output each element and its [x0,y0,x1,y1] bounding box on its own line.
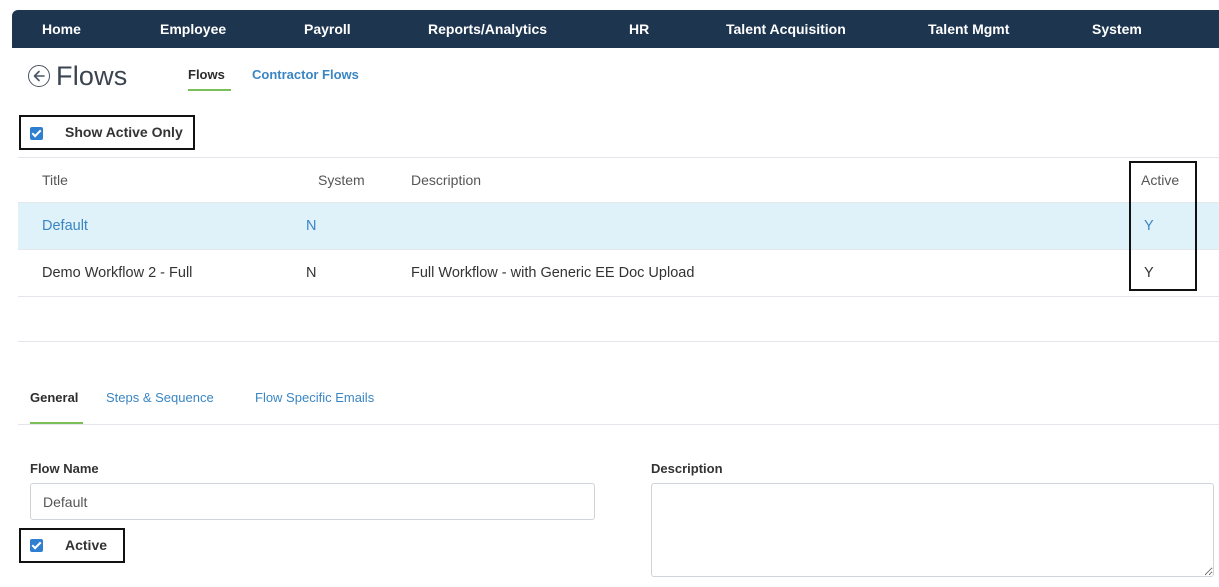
description-textarea[interactable] [651,483,1214,577]
row-title: Demo Workflow 2 - Full [42,265,193,281]
table-row[interactable]: Default N Y [18,203,1219,249]
highlight-box-active-column [1129,161,1197,291]
detail-tabs-border [18,424,1219,425]
show-active-only-label: Show Active Only [65,124,183,140]
tab-flow-specific-emails[interactable]: Flow Specific Emails [255,390,374,405]
show-active-only-checkbox[interactable] [30,127,43,140]
section-divider [18,341,1219,342]
nav-item-hr[interactable]: HR [629,10,649,48]
nav-item-payroll[interactable]: Payroll [304,10,351,48]
flow-name-input[interactable] [30,483,595,520]
row-border [18,296,1219,297]
column-header-description[interactable]: Description [411,172,481,188]
page-title: Flows [56,60,128,91]
row-title: Default [42,218,88,234]
table-top-border [18,157,1219,158]
description-label: Description [651,461,723,476]
page-header: Flows [28,58,128,94]
flow-name-label: Flow Name [30,461,99,476]
tab-steps-sequence[interactable]: Steps & Sequence [106,390,214,405]
top-nav: Home Employee Payroll Reports/Analytics … [12,10,1219,48]
tab-general[interactable]: General [30,390,78,405]
arrow-left-icon [33,70,45,82]
nav-item-talent-acquisition[interactable]: Talent Acquisition [726,10,846,48]
active-checkbox[interactable] [30,539,43,552]
table-row[interactable]: Demo Workflow 2 - Full N Full Workflow -… [18,250,1219,296]
row-description: Full Workflow - with Generic EE Doc Uplo… [411,265,695,281]
row-system: N [306,265,317,281]
tab-flows[interactable]: Flows [188,67,225,82]
nav-item-employee[interactable]: Employee [160,10,226,48]
flows-page: Home Employee Payroll Reports/Analytics … [0,0,1219,587]
column-header-system[interactable]: System [318,172,365,188]
row-system: N [306,218,317,234]
nav-item-talent-mgmt[interactable]: Talent Mgmt [928,10,1009,48]
column-header-title[interactable]: Title [42,172,68,188]
active-label: Active [65,537,108,553]
nav-item-home[interactable]: Home [42,10,81,48]
nav-item-system[interactable]: System [1092,10,1142,48]
tab-flows-underline [188,89,231,91]
circle-arrow-left-icon[interactable] [28,65,50,87]
nav-item-reports-analytics[interactable]: Reports/Analytics [428,10,547,48]
tab-contractor-flows[interactable]: Contractor Flows [252,67,359,82]
